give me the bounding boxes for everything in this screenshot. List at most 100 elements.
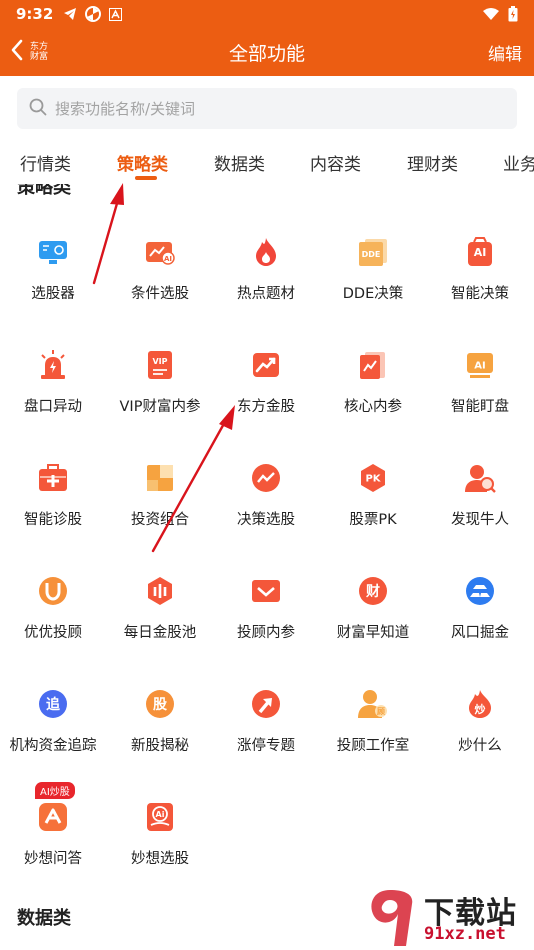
vip-card-icon: VIP (144, 349, 176, 381)
active-tab-indicator (135, 176, 157, 180)
function-item-25[interactable]: AI炒股妙想问答 (0, 782, 106, 868)
function-item-label: 投资组合 (131, 512, 189, 528)
watermark-logo-icon (371, 890, 413, 946)
function-item-label: 涨停专题 (237, 738, 295, 754)
pk-badge-icon: PK (357, 462, 389, 494)
function-item-label: 决策选股 (237, 512, 295, 528)
svg-text:顾: 顾 (377, 707, 385, 716)
function-item-20[interactable]: 追机构资金追踪 (0, 688, 106, 755)
function-item-19[interactable]: 风口掘金 (427, 575, 533, 642)
function-item-17[interactable]: 投顾内参 (213, 575, 319, 642)
screen-monitor-icon (37, 236, 69, 268)
function-item-14[interactable]: 发现牛人 (427, 462, 533, 529)
watermark-domain: 91xz.net (424, 924, 506, 944)
svg-text:PK: PK (365, 474, 381, 485)
function-item-23[interactable]: 顾投顾工作室 (320, 688, 426, 755)
function-item-7[interactable]: 东方金股 (213, 349, 319, 416)
magnet-circle-icon (37, 575, 69, 607)
function-item-5[interactable]: 盘口异动 (0, 349, 106, 416)
function-item-label: 东方金股 (237, 399, 295, 415)
telegram-icon (63, 7, 77, 21)
search-icon (29, 98, 47, 120)
category-tabs: 行情类 策略类 数据类 内容类 理财类 业务 (0, 138, 534, 184)
advisor-person-icon: 顾 (357, 688, 389, 720)
function-item-label: 炒什么 (458, 738, 502, 754)
function-item-6[interactable]: VIP VIP财富内参 (107, 349, 213, 416)
function-item-9[interactable]: AI 智能盯盘 (427, 349, 533, 416)
portfolio-blocks-icon (144, 462, 176, 494)
tab-1[interactable]: 策略类 (117, 150, 168, 175)
function-item-2[interactable]: 热点题材 (213, 236, 319, 303)
function-item-label: 智能盯盘 (451, 399, 509, 415)
function-item-label: 智能决策 (451, 286, 509, 302)
svg-text:VIP: VIP (152, 357, 167, 366)
gu-circle-icon: 股 (144, 688, 176, 720)
up-arrow-circle-icon (250, 688, 282, 720)
trend-circle-icon (250, 462, 282, 494)
function-item-label: VIP财富内参 (119, 399, 201, 415)
function-item-13[interactable]: PK 股票PK (320, 462, 426, 529)
pinwheel-icon (85, 6, 102, 22)
flame-icon (250, 236, 282, 268)
watermark: 下载站 91xz.net (360, 884, 534, 950)
tab-4[interactable]: 理财类 (407, 150, 458, 175)
function-item-26[interactable]: Ai 妙想选股 (107, 801, 213, 868)
function-item-10[interactable]: 智能诊股 (0, 462, 106, 529)
function-item-22[interactable]: 涨停专题 (213, 688, 319, 755)
function-item-1[interactable]: AI 条件选股 (107, 236, 213, 303)
function-item-0[interactable]: 选股器 (0, 236, 106, 303)
svg-text:DDE: DDE (362, 250, 381, 259)
app-header: 东方 财富 全部功能 编辑 (0, 28, 534, 76)
function-item-4[interactable]: AI 智能决策 (427, 236, 533, 303)
function-item-21[interactable]: 股新股揭秘 (107, 688, 213, 755)
function-item-18[interactable]: 财财富早知道 (320, 575, 426, 642)
search-section: 搜索功能名称/关键词 (0, 76, 534, 138)
function-item-label: 机构资金追踪 (9, 738, 97, 754)
svg-text:炒: 炒 (475, 703, 486, 716)
wifi-icon (482, 7, 500, 21)
ai-chart-icon: AI (144, 236, 176, 268)
battery-icon (508, 6, 518, 22)
logo-line-2: 财富 (30, 52, 49, 62)
function-item-16[interactable]: 每日金股池 (107, 575, 213, 642)
ai-phone-icon: Ai (144, 801, 176, 833)
function-item-label: 妙想问答 (24, 851, 82, 867)
back-button[interactable]: 东方 财富 (0, 39, 90, 65)
function-item-label: 条件选股 (131, 286, 189, 302)
hexagon-coin-icon (144, 575, 176, 607)
function-item-label: 投顾工作室 (336, 738, 410, 754)
section-title-data: 数据类 (17, 908, 71, 929)
chevron-left-icon (10, 39, 24, 65)
chao-flame-icon: 炒 (464, 688, 496, 720)
medkit-icon (37, 462, 69, 494)
tab-5[interactable]: 业务 (503, 150, 534, 175)
tab-0[interactable]: 行情类 (20, 150, 71, 175)
gold-bars-icon (464, 575, 496, 607)
miao-qa-icon: AI炒股 (35, 782, 75, 833)
svg-text:股: 股 (153, 697, 168, 713)
tab-3[interactable]: 内容类 (310, 150, 361, 175)
function-item-3[interactable]: DDE DDE决策 (320, 236, 426, 303)
ai-badge: AI炒股 (35, 782, 75, 799)
function-item-24[interactable]: 炒炒什么 (427, 688, 533, 755)
function-item-label: 每日金股池 (123, 625, 197, 641)
trend-up-icon (250, 349, 282, 381)
edit-button[interactable]: 编辑 (488, 40, 522, 65)
function-item-label: 投顾内参 (237, 625, 295, 641)
tab-2[interactable]: 数据类 (214, 150, 265, 175)
function-item-8[interactable]: 核心内参 (320, 349, 426, 416)
a-badge-icon (109, 7, 123, 21)
function-item-11[interactable]: 投资组合 (107, 462, 213, 529)
search-placeholder: 搜索功能名称/关键词 (55, 100, 196, 118)
function-item-label: DDE决策 (342, 286, 404, 302)
function-item-label: 股票PK (349, 512, 397, 528)
svg-text:AI: AI (474, 361, 485, 372)
search-input[interactable]: 搜索功能名称/关键词 (17, 88, 517, 129)
svg-text:Ai: Ai (156, 810, 165, 819)
dde-doc-icon: DDE (357, 236, 389, 268)
function-item-12[interactable]: 决策选股 (213, 462, 319, 529)
function-item-15[interactable]: 优优投顾 (0, 575, 106, 642)
report-book-icon (357, 349, 389, 381)
function-item-label: 热点题材 (237, 286, 295, 302)
function-item-label: 妙想选股 (131, 851, 189, 867)
